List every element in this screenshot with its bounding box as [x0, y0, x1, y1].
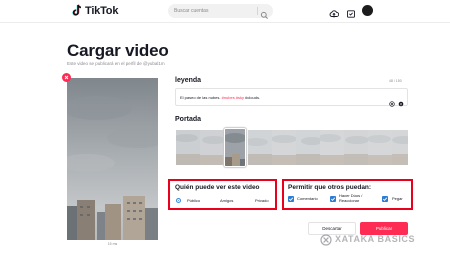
remove-video-button[interactable] — [62, 73, 71, 82]
search-divider — [257, 7, 258, 15]
cover-frame[interactable] — [344, 130, 368, 165]
video-preview[interactable] — [67, 78, 158, 240]
page-subtitle: Este video se publicará en el perfil de … — [67, 61, 165, 66]
search-input[interactable] — [174, 6, 256, 16]
mention-icon[interactable] — [389, 94, 395, 107]
caption-counter: 48 / 150 — [389, 79, 402, 83]
cover-frame[interactable] — [368, 130, 392, 165]
privacy-radio-public[interactable] — [176, 198, 181, 203]
comment-checkbox[interactable] — [288, 196, 294, 202]
cover-frame[interactable] — [296, 130, 320, 165]
stitch-checkbox[interactable] — [382, 196, 388, 202]
privacy-settings: Quién puede ver este video Público Amigo… — [168, 179, 277, 210]
privacy-option-public[interactable]: Público — [187, 198, 200, 203]
tiktok-note-icon — [72, 4, 83, 17]
close-icon — [64, 75, 69, 80]
caption-body-end: #clouds. — [244, 95, 261, 100]
caption-text: El paseo de las nubes. #nubes #sky #clou… — [180, 95, 260, 100]
stitch-label: Pegar — [392, 196, 403, 201]
cover-frame[interactable] — [248, 130, 272, 165]
svg-text:#: # — [400, 102, 402, 106]
top-header: TikTok — [0, 0, 450, 23]
cover-label: Portada — [175, 116, 202, 123]
hashtag-icon[interactable]: # — [398, 94, 404, 106]
page-title: Cargar video — [67, 41, 169, 60]
cover-frame[interactable] — [320, 130, 344, 165]
cover-frame[interactable] — [392, 130, 408, 165]
permissions-settings: Permitir que otros puedan: Comentario Ha… — [282, 179, 413, 210]
cover-frame[interactable] — [176, 130, 200, 165]
privacy-option-friends[interactable]: Amigos — [220, 198, 233, 203]
cover-frame[interactable] — [200, 130, 224, 165]
caption-input[interactable]: El paseo de las nubes. #nubes #sky #clou… — [175, 88, 408, 107]
comment-label: Comentario — [297, 196, 318, 201]
duet-label-line2: Reaccionar — [339, 198, 360, 203]
caption-label: leyenda — [175, 77, 202, 84]
privacy-title: Quién puede ver este video — [175, 184, 260, 191]
watermark-text: XATAKA BASICS — [335, 234, 416, 244]
xataka-watermark: XATAKA BASICS — [320, 233, 416, 246]
upload-cloud-icon[interactable] — [329, 6, 340, 18]
duet-checkbox[interactable] — [330, 196, 336, 202]
caption-hashtags: #nubes #sky — [221, 95, 245, 100]
search-bar — [168, 4, 273, 19]
caption-body: El paseo de las nubes. — [180, 95, 222, 100]
brand-name: TikTok — [85, 4, 119, 17]
cover-frame[interactable] — [272, 130, 296, 165]
user-avatar[interactable] — [362, 5, 373, 16]
search-icon[interactable] — [260, 7, 269, 19]
preview-caption: 15 ms — [107, 242, 118, 246]
tiktok-logo[interactable]: TikTok — [72, 4, 118, 17]
selected-cover-frame[interactable] — [224, 128, 246, 167]
inbox-icon[interactable] — [346, 6, 356, 18]
xataka-logo-icon — [320, 233, 332, 246]
cover-frame-strip[interactable] — [176, 130, 408, 165]
permissions-title: Permitir que otros puedan: — [288, 184, 372, 191]
privacy-option-private[interactable]: Privado — [255, 198, 269, 203]
